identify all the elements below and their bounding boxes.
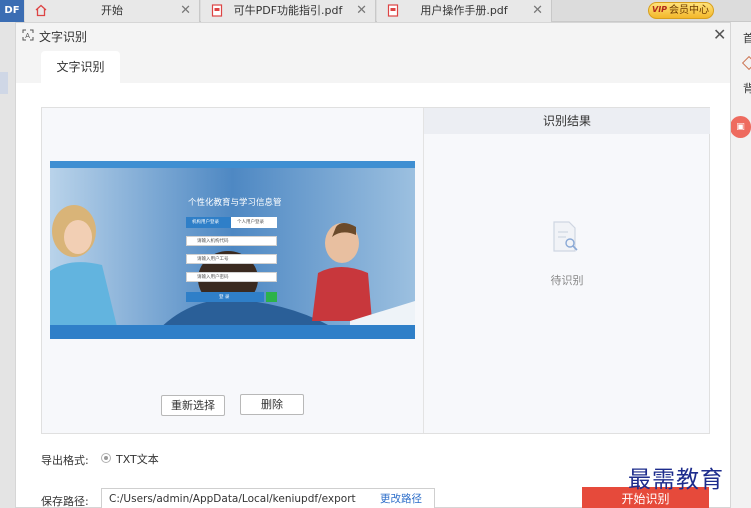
left-sidebar-strip [0, 22, 15, 508]
delete-button[interactable]: 删除 [240, 394, 304, 415]
preview-field-password-label: 请输入用户密码 [197, 275, 229, 280]
change-path-link[interactable]: 更改路径 [380, 489, 422, 508]
preview-login-label: 登 录 [219, 295, 230, 300]
result-area: 识别结果 待识别 [423, 108, 710, 433]
export-format-label: 导出格式: [41, 454, 89, 467]
tab-strip: DF 开始 ✕ 可牛PDF功能指引.pdf ✕ 用户操作手册.pdf ✕ VIP… [0, 0, 751, 22]
preview-login-button: 登 录 [186, 292, 264, 302]
sidebar-selected-item[interactable] [0, 72, 8, 94]
ocr-dialog: A 文字识别 ✕ 文字识别 个性化教育与学习信息管 机构用户登录 个人用户登录 … [15, 22, 731, 508]
preview-title: 个性化教育与学习信息管 [188, 198, 282, 208]
result-header: 识别结果 [424, 108, 710, 134]
save-path-label: 保存路径: [41, 495, 89, 508]
source-image-area: 个性化教育与学习信息管 机构用户登录 个人用户登录 请输入机构代码 请输入用户工… [42, 108, 423, 433]
vip-center-label: 会员中心 [669, 5, 709, 16]
save-path-field[interactable]: C:/Users/admin/AppData/Local/keniupdf/ex… [101, 488, 435, 508]
preview-field-password: 请输入用户密码 [186, 272, 277, 282]
preview-tab-personal: 个人用户登录 [231, 217, 277, 228]
svg-text:A: A [25, 33, 30, 40]
export-format-option[interactable]: TXT文本 [116, 451, 159, 467]
preview-tab-org: 机构用户登录 [186, 217, 231, 228]
preview-field-user-id: 请输入用户工号 [186, 254, 277, 264]
close-icon[interactable]: ✕ [356, 0, 367, 22]
right-toolbar-item-background[interactable]: 背 [743, 80, 751, 96]
tab-home-label: 开始 [101, 4, 123, 17]
recognition-panel: 个性化教育与学习信息管 机构用户登录 个人用户登录 请输入机构代码 请输入用户工… [41, 107, 710, 434]
dialog-title-text: 文字识别 [39, 30, 88, 44]
preview-field-org-code: 请输入机构代码 [186, 236, 277, 246]
app-logo: DF [0, 0, 24, 22]
ocr-icon: A [22, 29, 34, 41]
close-icon[interactable]: ✕ [180, 0, 191, 22]
empty-document-icon [553, 221, 578, 252]
wechat-icon [266, 292, 277, 302]
preview-top-bar [50, 161, 415, 168]
tab-home[interactable]: 开始 ✕ [25, 0, 200, 22]
tab-user-manual[interactable]: 用户操作手册.pdf ✕ [377, 0, 552, 22]
preview-field-user-id-label: 请输入用户工号 [197, 257, 229, 262]
preview-field-org-code-label: 请输入机构代码 [197, 239, 229, 244]
preview-tab-personal-label: 个人用户登录 [237, 220, 264, 225]
export-format-radio[interactable] [101, 453, 111, 463]
source-image-preview: 个性化教育与学习信息管 机构用户登录 个人用户登录 请输入机构代码 请输入用户工… [50, 161, 415, 339]
preview-bottom-bar [50, 325, 415, 339]
tab-text-recognition[interactable]: 文字识别 [41, 51, 120, 83]
vip-badge: VIP [652, 5, 668, 14]
right-toolbar-strip: 首 背 [731, 22, 751, 508]
preview-login-form: 机构用户登录 个人用户登录 请输入机构代码 请输入用户工号 请输入用户密码 登 … [186, 217, 278, 307]
tab-pdf-guide-label: 可牛PDF功能指引.pdf [233, 4, 343, 17]
floating-app-icon[interactable]: ▣ [730, 116, 751, 138]
dialog-header: A 文字识别 ✕ 文字识别 [16, 23, 730, 83]
right-toolbar-item-home[interactable]: 首 [743, 30, 751, 46]
reselect-button[interactable]: 重新选择 [161, 395, 225, 416]
tab-pdf-guide[interactable]: 可牛PDF功能指引.pdf ✕ [201, 0, 376, 22]
tab-user-manual-label: 用户操作手册.pdf [420, 4, 508, 17]
close-icon[interactable]: ✕ [532, 0, 543, 22]
close-icon[interactable]: ✕ [713, 27, 726, 43]
vip-center-button[interactable]: VIP 会员中心 [648, 2, 714, 19]
save-path-value: C:/Users/admin/AppData/Local/keniupdf/ex… [109, 493, 356, 505]
preview-tab-org-label: 机构用户登录 [192, 220, 219, 225]
watermark: 最需教育 [628, 467, 724, 493]
shape-icon[interactable] [741, 55, 751, 71]
empty-state-text: 待识别 [550, 274, 584, 287]
